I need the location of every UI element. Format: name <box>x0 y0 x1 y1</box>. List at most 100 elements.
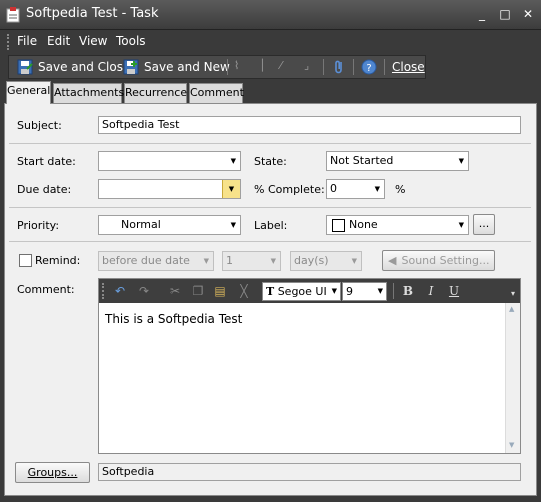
undo-icon[interactable]: ↶ <box>112 283 128 299</box>
divider <box>9 143 531 144</box>
priority-select[interactable]: Normal ▼ <box>98 215 241 235</box>
chevron-down-icon: ▼ <box>458 157 464 165</box>
svg-text:?: ? <box>366 63 371 74</box>
copy-icon[interactable]: ❐ <box>190 283 206 299</box>
groups-field: Softpedia <box>98 463 521 481</box>
mark-icon[interactable]: ⌟ <box>304 59 320 75</box>
chevron-down-icon: ▼ <box>351 257 357 265</box>
comment-scrollbar[interactable] <box>505 303 520 453</box>
tab-general[interactable]: General <box>6 81 51 104</box>
close-button[interactable]: Close <box>392 60 425 74</box>
minimize-button[interactable]: _ <box>475 7 489 21</box>
menu-view[interactable]: View <box>79 34 107 48</box>
chevron-down-icon: ▼ <box>377 287 383 295</box>
chevron-down-icon: ▼ <box>203 257 209 265</box>
chevron-down-icon: ▼ <box>230 221 236 229</box>
complete-spinner[interactable]: 0 ▼ <box>326 179 385 199</box>
remind-when-value: before due date <box>102 254 190 267</box>
label-value: None <box>349 218 378 231</box>
redo-icon[interactable]: ↷ <box>136 283 152 299</box>
due-date-picker[interactable]: ▼ <box>98 179 241 199</box>
paste-icon[interactable]: ▤ <box>212 283 228 299</box>
menu-edit[interactable]: Edit <box>47 34 70 48</box>
bold-button[interactable]: B <box>400 283 416 299</box>
chevron-down-icon: ▼ <box>458 221 464 229</box>
italic-button[interactable]: I <box>423 283 439 299</box>
font-size-value: 9 <box>346 285 353 298</box>
priority-value: Normal <box>121 218 161 231</box>
save-and-close-button[interactable]: Save and Close <box>38 60 130 74</box>
start-date-label: Start date: <box>17 155 76 168</box>
underline-button[interactable]: U <box>446 283 462 299</box>
scroll-up-icon[interactable]: ▲ <box>509 305 514 313</box>
comment-label: Comment: <box>17 283 75 296</box>
editor-toolbar-grip <box>102 283 104 299</box>
toolbar-separator <box>353 59 354 75</box>
chevron-down-icon: ▼ <box>230 157 236 165</box>
help-icon[interactable]: ? <box>361 59 377 75</box>
menu-file[interactable]: File <box>17 34 37 48</box>
complete-label: % Complete: <box>254 183 325 196</box>
toolbar-separator <box>384 59 385 75</box>
label-more-button[interactable]: ... <box>473 214 495 235</box>
task-app-icon <box>6 7 20 23</box>
comment-editor[interactable] <box>98 278 521 454</box>
close-window-button[interactable]: ✕ <box>521 7 535 21</box>
save-icon <box>17 59 33 75</box>
chevron-down-icon: ▼ <box>270 257 276 265</box>
menu-tools[interactable]: Tools <box>116 34 146 48</box>
state-value: Not Started <box>330 154 394 167</box>
chevron-down-icon: ▼ <box>331 287 337 295</box>
toolbar-separator <box>323 59 324 75</box>
clear-format-icon[interactable]: ╳ <box>236 283 252 299</box>
speaker-icon: ◀ <box>388 254 397 267</box>
recurrence-icon[interactable]: ⌇ <box>234 59 250 75</box>
remind-unit-select[interactable]: day(s) ▼ <box>290 251 362 271</box>
edit-icon[interactable]: ⁄ <box>280 59 296 75</box>
bar-icon[interactable]: │ <box>259 59 275 75</box>
state-select[interactable]: Not Started ▼ <box>326 151 469 171</box>
remind-unit-value: day(s) <box>294 254 329 267</box>
save-new-icon <box>123 59 139 75</box>
cut-icon[interactable]: ✂ <box>167 283 183 299</box>
chevron-down-icon[interactable]: ▼ <box>222 180 240 198</box>
comment-text: This is a Softpedia Test <box>105 312 243 326</box>
remind-checkbox[interactable] <box>19 254 32 267</box>
due-date-label: Due date: <box>17 183 72 196</box>
color-swatch <box>332 219 345 232</box>
window-title: Softpedia Test - Task <box>26 6 159 21</box>
attachment-icon[interactable] <box>331 59 347 75</box>
priority-label: Priority: <box>17 219 60 232</box>
subject-label: Subject: <box>17 119 62 132</box>
sound-setting-label: Sound Setting... <box>401 254 490 267</box>
percent-sign: % <box>395 183 406 196</box>
tab-comment[interactable]: Comment <box>189 83 244 103</box>
save-and-new-button[interactable]: Save and New <box>144 60 230 74</box>
font-icon: T <box>266 285 275 298</box>
tab-recurrence[interactable]: Recurrence <box>124 83 187 103</box>
toolbar-separator <box>393 283 394 299</box>
toolbar-separator <box>227 59 228 75</box>
divider <box>9 241 531 242</box>
font-name-value: Segoe UI <box>277 285 327 298</box>
sound-setting-button[interactable]: ◀ Sound Setting... <box>382 250 495 271</box>
font-size-select[interactable]: 9 ▼ <box>342 282 387 301</box>
label-label: Label: <box>254 219 288 232</box>
chevron-down-icon: ▼ <box>374 185 380 193</box>
menu-grip <box>7 34 9 50</box>
divider <box>9 207 531 208</box>
scroll-down-icon[interactable]: ▼ <box>509 441 514 449</box>
toolbar-overflow-icon[interactable]: ▾ <box>511 289 520 299</box>
font-name-select[interactable]: T Segoe UI ▼ <box>262 282 341 301</box>
maximize-button[interactable]: □ <box>498 7 512 21</box>
groups-button[interactable]: Groups... <box>15 462 90 483</box>
remind-amount-spinner[interactable]: 1 ▼ <box>222 251 281 271</box>
remind-label: Remind: <box>35 254 81 267</box>
remind-amount-value: 1 <box>226 254 233 267</box>
label-select[interactable]: None ▼ <box>326 215 469 235</box>
start-date-picker[interactable]: ▼ <box>98 151 241 171</box>
tab-attachments[interactable]: Attachments <box>53 83 124 103</box>
subject-input[interactable]: Softpedia Test <box>98 116 521 134</box>
complete-value: 0 <box>330 182 337 195</box>
remind-when-select[interactable]: before due date ▼ <box>98 251 214 271</box>
